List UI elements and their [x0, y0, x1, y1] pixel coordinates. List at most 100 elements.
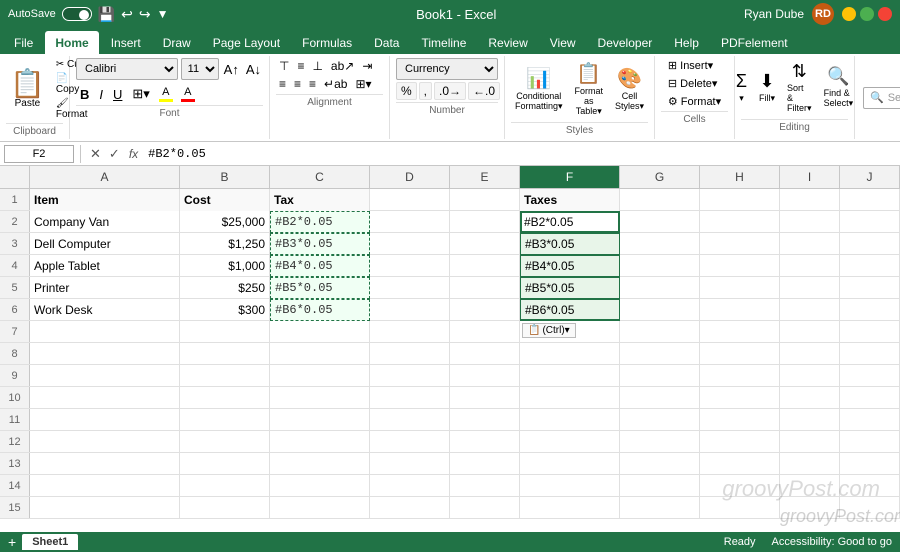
cell-C3[interactable]: #B3*0.05 — [270, 233, 370, 255]
tab-formulas[interactable]: Formulas — [292, 31, 362, 54]
font-color-button[interactable]: A — [178, 85, 198, 103]
cell-J7[interactable] — [840, 321, 900, 343]
cell-I1[interactable] — [780, 189, 840, 211]
row-num-7[interactable]: 7 — [0, 321, 30, 342]
cell-E5[interactable] — [450, 277, 520, 299]
search-box[interactable]: 🔍 Search — [863, 87, 900, 109]
user-avatar[interactable]: RD — [812, 3, 834, 25]
border-button[interactable]: ⊞▾ — [128, 85, 153, 103]
wrap-text-button[interactable]: ↵ab — [321, 76, 350, 92]
cell-E4[interactable] — [450, 255, 520, 277]
sum-button[interactable]: Σ ▾ — [731, 68, 752, 107]
cell-A7[interactable] — [30, 321, 180, 343]
cell-C1[interactable]: Tax — [270, 189, 370, 211]
col-header-D[interactable]: D — [370, 166, 450, 188]
cell-B4[interactable]: $1,000 — [180, 255, 270, 277]
cell-C4[interactable]: #B4*0.05 — [270, 255, 370, 277]
cell-I2[interactable] — [780, 211, 840, 233]
font-family-select[interactable]: Calibri — [76, 58, 178, 80]
font-decrease-button[interactable]: A↓ — [244, 62, 263, 77]
percent-button[interactable]: % — [396, 82, 417, 100]
tab-insert[interactable]: Insert — [101, 31, 151, 54]
align-center-button[interactable]: ≡ — [291, 76, 304, 92]
cancel-formula-button[interactable]: ✕ — [87, 146, 104, 162]
cell-B1[interactable]: Cost — [180, 189, 270, 211]
tab-file[interactable]: File — [4, 31, 43, 54]
row-num-1[interactable]: 1 — [0, 189, 30, 210]
cell-J3[interactable] — [840, 233, 900, 255]
cell-A4[interactable]: Apple Tablet — [30, 255, 180, 277]
cell-A1[interactable]: Item — [30, 189, 180, 211]
cell-I7[interactable] — [780, 321, 840, 343]
cell-F2[interactable]: #B2*0.05 — [520, 211, 620, 233]
formula-input[interactable] — [144, 147, 896, 161]
cell-E6[interactable] — [450, 299, 520, 321]
cell-D2[interactable] — [370, 211, 450, 233]
cell-E7[interactable] — [450, 321, 520, 343]
tab-help[interactable]: Help — [664, 31, 709, 54]
col-header-I[interactable]: I — [780, 166, 840, 188]
cell-F4[interactable]: #B4*0.05 — [520, 255, 620, 277]
merge-button[interactable]: ⊞▾ — [352, 76, 374, 92]
cell-A3[interactable]: Dell Computer — [30, 233, 180, 255]
cell-J1[interactable] — [840, 189, 900, 211]
cell-J4[interactable] — [840, 255, 900, 277]
cell-H4[interactable] — [700, 255, 780, 277]
redo-icon[interactable]: ↪ — [139, 6, 151, 23]
format-table-button[interactable]: 📋 Format asTable▾ — [571, 58, 608, 120]
autosave-toggle[interactable] — [62, 7, 92, 21]
align-top-button[interactable]: ⊤ — [276, 58, 292, 74]
delete-button[interactable]: ⊟ Delete▾ — [664, 76, 725, 91]
col-header-G[interactable]: G — [620, 166, 700, 188]
cell-C5[interactable]: #B5*0.05 — [270, 277, 370, 299]
cell-G2[interactable] — [620, 211, 700, 233]
confirm-formula-button[interactable]: ✓ — [106, 146, 123, 162]
tab-timeline[interactable]: Timeline — [411, 31, 476, 54]
row-num-3[interactable]: 3 — [0, 233, 30, 254]
col-header-J[interactable]: J — [840, 166, 900, 188]
cell-G6[interactable] — [620, 299, 700, 321]
font-size-select[interactable]: 11 — [181, 58, 219, 80]
cell-styles-button[interactable]: 🎨 CellStyles▾ — [611, 63, 648, 115]
cell-C7[interactable] — [270, 321, 370, 343]
cell-H3[interactable] — [700, 233, 780, 255]
cell-A6[interactable]: Work Desk — [30, 299, 180, 321]
tab-draw[interactable]: Draw — [153, 31, 201, 54]
insert-button[interactable]: ⊞ Insert▾ — [664, 58, 725, 73]
underline-button[interactable]: U — [109, 86, 126, 103]
paste-button[interactable]: 📋 Paste — [6, 66, 49, 113]
cell-E3[interactable] — [450, 233, 520, 255]
tab-review[interactable]: Review — [478, 31, 537, 54]
align-right-button[interactable]: ≡ — [306, 76, 319, 92]
cell-H5[interactable] — [700, 277, 780, 299]
cell-I5[interactable] — [780, 277, 840, 299]
cell-F1[interactable]: Taxes — [520, 189, 620, 211]
cell-C6[interactable]: #B6*0.05 — [270, 299, 370, 321]
maximize-button[interactable] — [860, 7, 874, 21]
format-button[interactable]: ⚙ Format▾ — [664, 94, 725, 109]
cell-G4[interactable] — [620, 255, 700, 277]
tab-pdfelement[interactable]: PDFelement — [711, 31, 798, 54]
cell-I6[interactable] — [780, 299, 840, 321]
save-icon[interactable]: 💾 — [98, 6, 115, 23]
decimal-decrease-button[interactable]: ←.0 — [468, 82, 500, 100]
tab-home[interactable]: Home — [45, 31, 98, 54]
cell-G7[interactable] — [620, 321, 700, 343]
cell-H7[interactable] — [700, 321, 780, 343]
col-header-H[interactable]: H — [700, 166, 780, 188]
cell-D6[interactable] — [370, 299, 450, 321]
align-bottom-button[interactable]: ⊥ — [309, 58, 325, 74]
row-num-4[interactable]: 4 — [0, 255, 30, 276]
col-header-F[interactable]: F — [520, 166, 620, 188]
cell-E1[interactable] — [450, 189, 520, 211]
align-left-button[interactable]: ≡ — [276, 76, 289, 92]
indent-increase-button[interactable]: ⇥ — [359, 58, 375, 74]
close-button[interactable] — [878, 7, 892, 21]
tab-page-layout[interactable]: Page Layout — [203, 31, 290, 54]
cell-H6[interactable] — [700, 299, 780, 321]
cell-A2[interactable]: Company Van — [30, 211, 180, 233]
cell-F5[interactable]: #B5*0.05 — [520, 277, 620, 299]
col-header-B[interactable]: B — [180, 166, 270, 188]
align-middle-button[interactable]: ≡ — [294, 58, 307, 74]
cell-B6[interactable]: $300 — [180, 299, 270, 321]
